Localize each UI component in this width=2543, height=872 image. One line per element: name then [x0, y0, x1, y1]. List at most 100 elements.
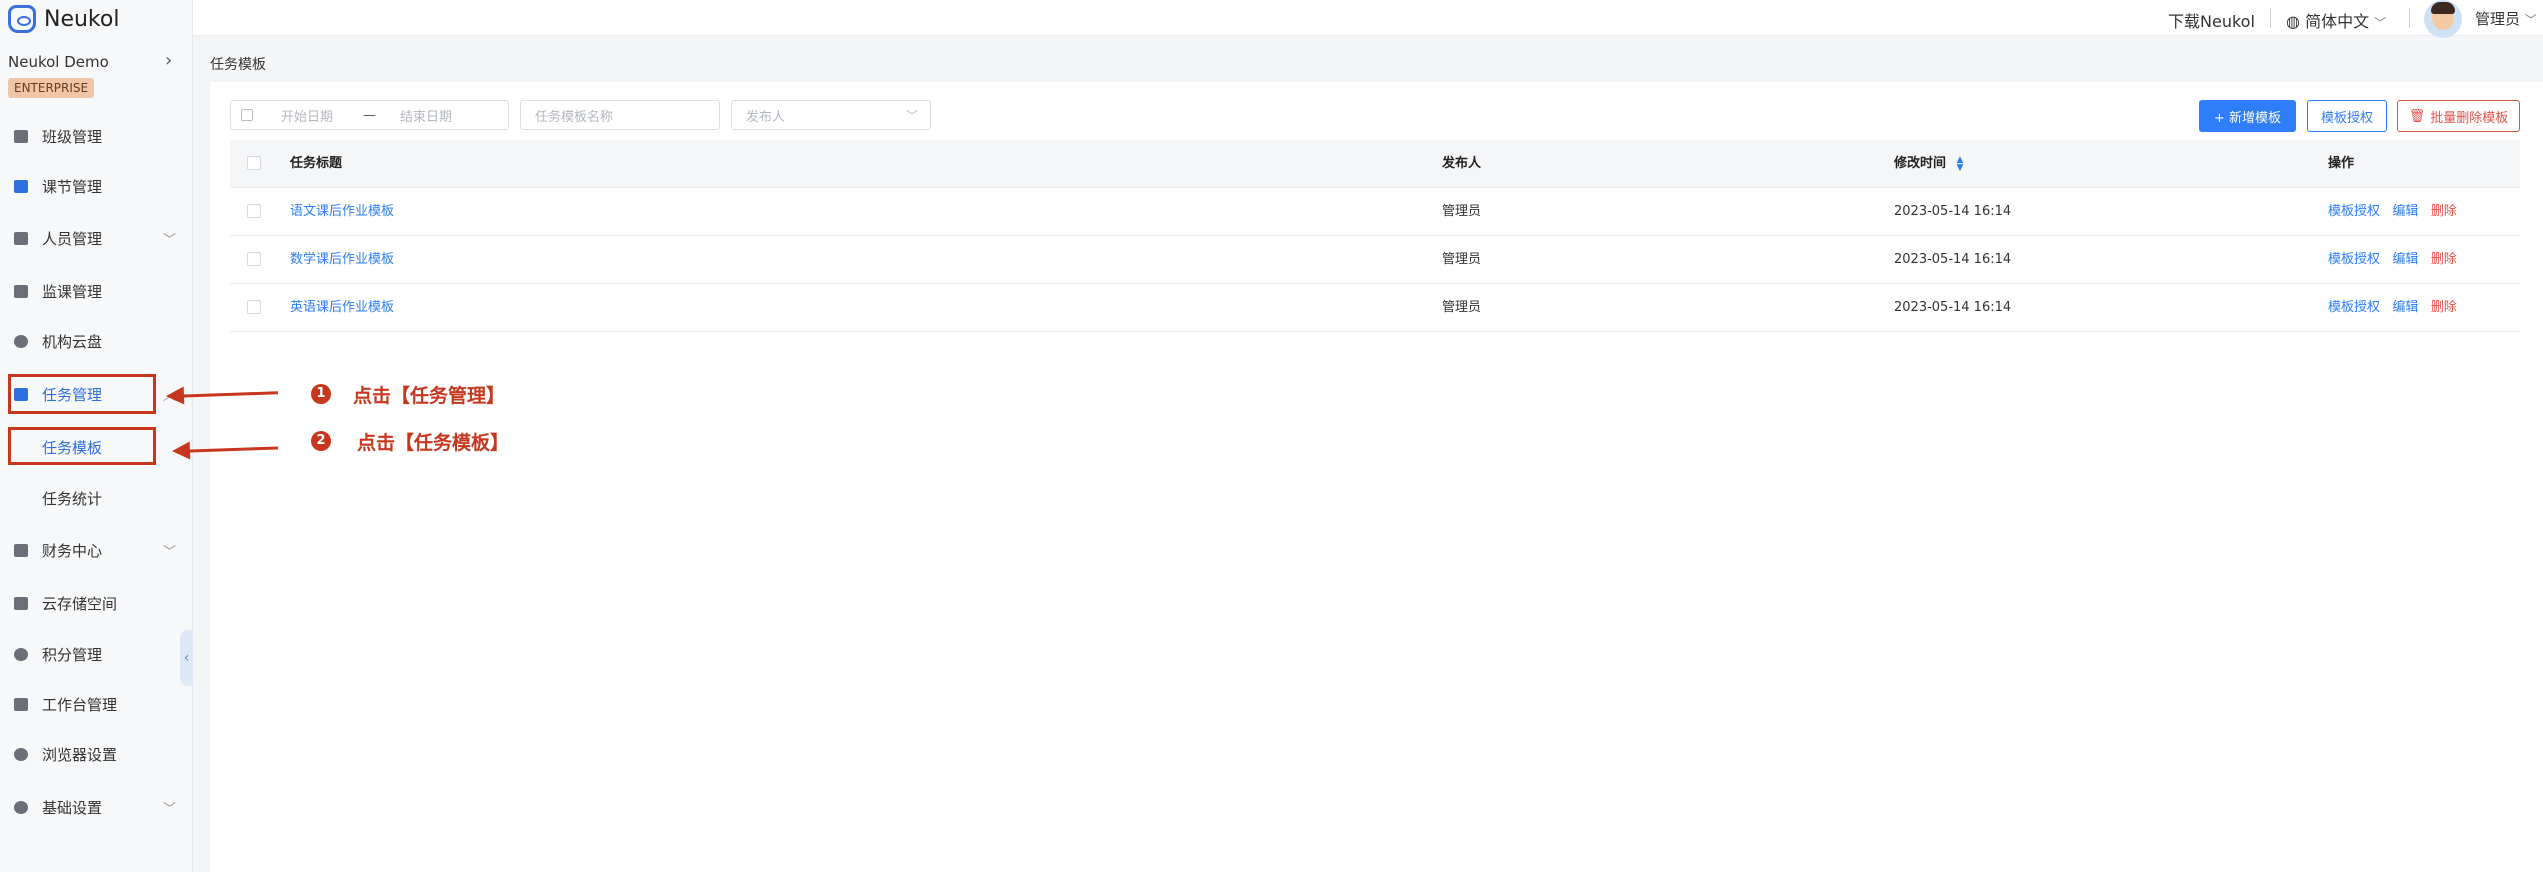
- publisher-cell: 管理员: [1442, 300, 1482, 315]
- publisher-cell: 管理员: [1442, 204, 1482, 219]
- download-link[interactable]: 下载Neukol: [2168, 8, 2255, 32]
- chevron-down-icon: ﹀: [905, 108, 918, 123]
- sidebar-item-finance[interactable]: 财务中心 ﹀: [0, 530, 193, 570]
- sidebar-item-storage[interactable]: 云存储空间: [0, 583, 193, 623]
- chevron-down-icon: ﹀: [163, 233, 177, 248]
- template-title-link[interactable]: 语文课后作业模板: [290, 188, 394, 236]
- row-delete-link[interactable]: 删除: [2431, 252, 2457, 267]
- publisher-select[interactable]: 发布人 ﹀: [731, 100, 931, 130]
- range-separator: —: [363, 107, 377, 123]
- logo[interactable]: Neukol: [8, 2, 119, 36]
- start-date-input[interactable]: 开始日期: [281, 106, 333, 125]
- row-edit-link[interactable]: 编辑: [2392, 300, 2418, 315]
- row-authorize-link[interactable]: 模板授权: [2328, 204, 2380, 219]
- highlight-task-template: [8, 427, 156, 465]
- chevron-right-icon[interactable]: ›: [165, 50, 172, 71]
- end-date-input[interactable]: 结束日期: [400, 106, 452, 125]
- template-authorize-button[interactable]: 模板授权: [2307, 100, 2387, 132]
- sidebar-item-label: 任务统计: [42, 489, 103, 508]
- row-delete-link[interactable]: 删除: [2431, 204, 2457, 219]
- row-authorize-link[interactable]: 模板授权: [2328, 252, 2380, 267]
- edition-badge: ENTERPRISE: [8, 78, 95, 98]
- sort-icon[interactable]: ▲ ▼: [1957, 155, 1964, 172]
- row-delete-link[interactable]: 删除: [2431, 300, 2457, 315]
- batch-delete-label: 批量删除模板: [2430, 110, 2509, 126]
- row-checkbox[interactable]: [247, 252, 261, 266]
- template-table: 任务标题 发布人 修改时间 ▲ ▼ 操作 语文课后作业模板 管理员 2023-05…: [230, 140, 2520, 332]
- sidebar-item-label: 机构云盘: [42, 332, 103, 351]
- lesson-icon: [14, 179, 28, 193]
- row-checkbox[interactable]: [247, 300, 261, 314]
- header-modified-label: 修改时间: [1894, 156, 1947, 171]
- storage-icon: [14, 596, 28, 610]
- app-root: Neukol Neukol Demo › ENTERPRISE 班级管理 课节管…: [0, 0, 2543, 872]
- sidebar-item-lesson[interactable]: 课节管理: [0, 166, 193, 206]
- row-checkbox[interactable]: [247, 204, 261, 218]
- batch-delete-button[interactable]: 🗑 批量删除模板: [2397, 100, 2520, 132]
- select-all-checkbox[interactable]: [247, 156, 261, 170]
- sidebar-item-class[interactable]: 班级管理: [0, 116, 193, 156]
- calendar-icon: [241, 109, 253, 121]
- row-actions: 模板授权 编辑 删除: [2328, 188, 2457, 236]
- template-title-link[interactable]: 英语课后作业模板: [290, 284, 394, 332]
- user-menu[interactable]: 管理员 ﹀: [2475, 8, 2537, 29]
- collapse-sidebar-button[interactable]: ‹: [180, 630, 193, 686]
- header-ops: 操作: [2328, 156, 2355, 171]
- sidebar-item-cloud[interactable]: 机构云盘: [0, 321, 193, 361]
- row-edit-link[interactable]: 编辑: [2392, 252, 2418, 267]
- add-template-button[interactable]: + 新增模板: [2199, 100, 2296, 132]
- table-header: 任务标题 发布人 修改时间 ▲ ▼ 操作: [230, 140, 2520, 188]
- chevron-down-icon: ﹀: [2374, 16, 2387, 30]
- sidebar-item-label: 工作台管理: [42, 695, 118, 714]
- template-name-input[interactable]: 任务模板名称: [520, 100, 720, 130]
- sidebar-item-label: 课节管理: [42, 177, 103, 196]
- divider: [2270, 8, 2271, 28]
- monitor-icon: [14, 284, 28, 298]
- finance-icon: [14, 543, 28, 557]
- settings-icon: [14, 800, 28, 814]
- org-name[interactable]: Neukol Demo: [8, 53, 109, 71]
- modified-cell: 2023-05-14 16:14: [1894, 204, 2012, 219]
- sidebar-item-browser[interactable]: 浏览器设置: [0, 734, 193, 774]
- chevron-down-icon: ﹀: [2524, 13, 2537, 27]
- globe-icon: ◍: [2286, 12, 2300, 31]
- chevron-down-icon: ﹀: [163, 545, 177, 560]
- highlight-task-menu: [8, 374, 156, 414]
- sidebar-item-workbench[interactable]: 工作台管理: [0, 684, 193, 724]
- content-card: 开始日期 — 结束日期 任务模板名称 发布人 ﹀ + 新增模板 模板授权 🗑 批…: [210, 82, 2543, 872]
- sidebar-item-monitor[interactable]: 监课管理: [0, 271, 193, 311]
- language-select[interactable]: ◍ 简体中文 ﹀: [2286, 8, 2386, 32]
- language-label: 简体中文: [2305, 12, 2370, 31]
- header-modified[interactable]: 修改时间 ▲ ▼: [1894, 140, 1963, 188]
- people-icon: [14, 231, 28, 245]
- sidebar-item-label: 积分管理: [42, 645, 103, 664]
- step-number-badge: 2: [311, 431, 331, 451]
- divider: [2409, 8, 2410, 28]
- publisher-placeholder: 发布人: [746, 109, 786, 125]
- date-range-picker[interactable]: 开始日期 — 结束日期: [230, 100, 509, 130]
- row-authorize-link[interactable]: 模板授权: [2328, 300, 2380, 315]
- topbar: 下载Neukol ◍ 简体中文 ﹀ 管理员 ﹀: [193, 0, 2543, 38]
- workbench-icon: [14, 697, 28, 711]
- avatar[interactable]: [2424, 0, 2462, 38]
- step-instruction: 点击【任务模板】: [357, 432, 510, 454]
- cloud-icon: [14, 334, 28, 348]
- sidebar-item-people[interactable]: 人员管理 ﹀: [0, 218, 193, 258]
- step-instruction: 点击【任务管理】: [353, 385, 506, 407]
- browser-icon: [14, 747, 28, 761]
- row-edit-link[interactable]: 编辑: [2392, 204, 2418, 219]
- publisher-cell: 管理员: [1442, 252, 1482, 267]
- class-icon: [14, 129, 28, 143]
- sidebar-item-settings[interactable]: 基础设置 ﹀: [0, 787, 193, 827]
- sidebar-item-label: 浏览器设置: [42, 745, 118, 764]
- header-publisher: 发布人: [1442, 156, 1482, 171]
- header-title: 任务标题: [290, 156, 343, 171]
- sidebar-item-points[interactable]: 积分管理: [0, 634, 193, 674]
- breadcrumb: 任务模板: [210, 57, 266, 73]
- trash-icon: 🗑: [2408, 108, 2426, 124]
- modified-cell: 2023-05-14 16:14: [1894, 300, 2012, 315]
- sidebar-item-task-stats[interactable]: 任务统计: [0, 478, 193, 518]
- template-title-link[interactable]: 数学课后作业模板: [290, 236, 394, 284]
- neukol-logo-icon: [8, 5, 36, 33]
- logo-text: Neukol: [44, 6, 120, 32]
